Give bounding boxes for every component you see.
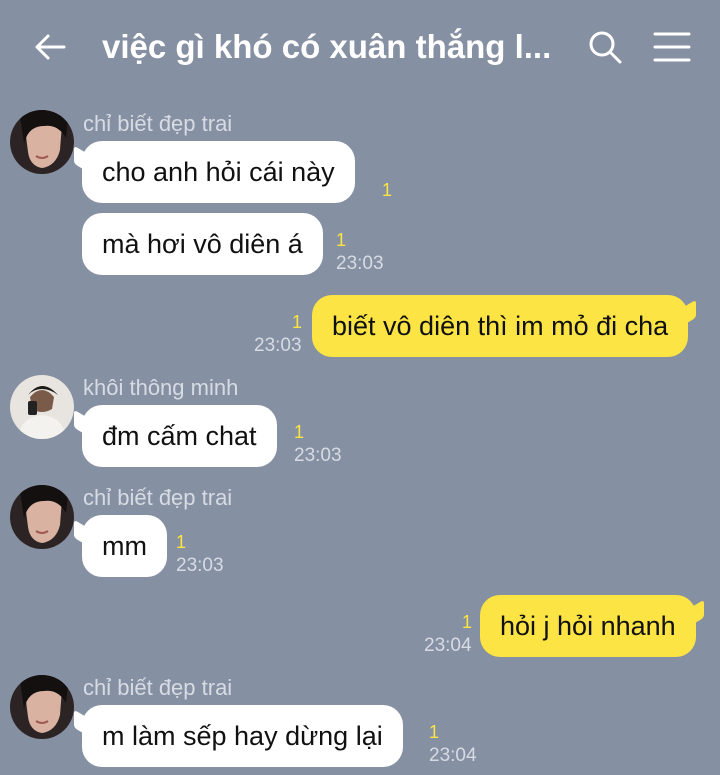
avatar[interactable] — [10, 375, 74, 439]
avatar[interactable] — [10, 485, 74, 549]
unread-count: 1 — [292, 312, 303, 332]
message-time: 23:04 — [424, 635, 472, 656]
menu-icon[interactable] — [652, 30, 692, 64]
message-time: 23:03 — [176, 555, 224, 576]
unread-count: 1 — [462, 612, 473, 632]
message-time: 23:03 — [254, 335, 302, 356]
unread-count: 1 — [176, 532, 187, 552]
unread-count: 1 — [429, 722, 440, 742]
sender-name: chỉ biết đẹp trai — [83, 485, 233, 510]
avatar[interactable] — [10, 110, 74, 174]
message-bubble[interactable]: mà hơi vô diên á — [82, 213, 323, 275]
unread-count: 1 — [294, 422, 305, 442]
message-bubble[interactable]: biết vô diên thì im mỏ đi cha — [312, 295, 689, 357]
unread-count: 1 — [382, 180, 393, 200]
message-bubble[interactable]: hỏi j hỏi nhanh — [480, 595, 696, 657]
message-bubble[interactable]: m làm sếp hay dừng lại — [82, 705, 403, 767]
chat-header: việc gì khó có xuân thắng l... — [0, 0, 720, 95]
message-bubble[interactable]: đm cấm chat — [82, 405, 277, 467]
message-bubble[interactable]: mm — [82, 515, 167, 577]
message-time: 23:03 — [294, 445, 342, 466]
chat-title: việc gì khó có xuân thắng l... — [102, 28, 552, 65]
sender-name: khôi thông minh — [83, 375, 239, 400]
message-bubble[interactable]: cho anh hỏi cái này — [82, 141, 355, 203]
sender-name: chỉ biết đẹp trai — [83, 111, 233, 136]
back-arrow-icon[interactable] — [30, 27, 70, 67]
avatar[interactable] — [10, 675, 74, 739]
unread-count: 1 — [336, 230, 347, 250]
sender-name: chỉ biết đẹp trai — [83, 675, 233, 700]
message-time: 23:04 — [429, 745, 477, 766]
message-time: 23:03 — [336, 253, 384, 274]
search-icon[interactable] — [584, 27, 626, 69]
